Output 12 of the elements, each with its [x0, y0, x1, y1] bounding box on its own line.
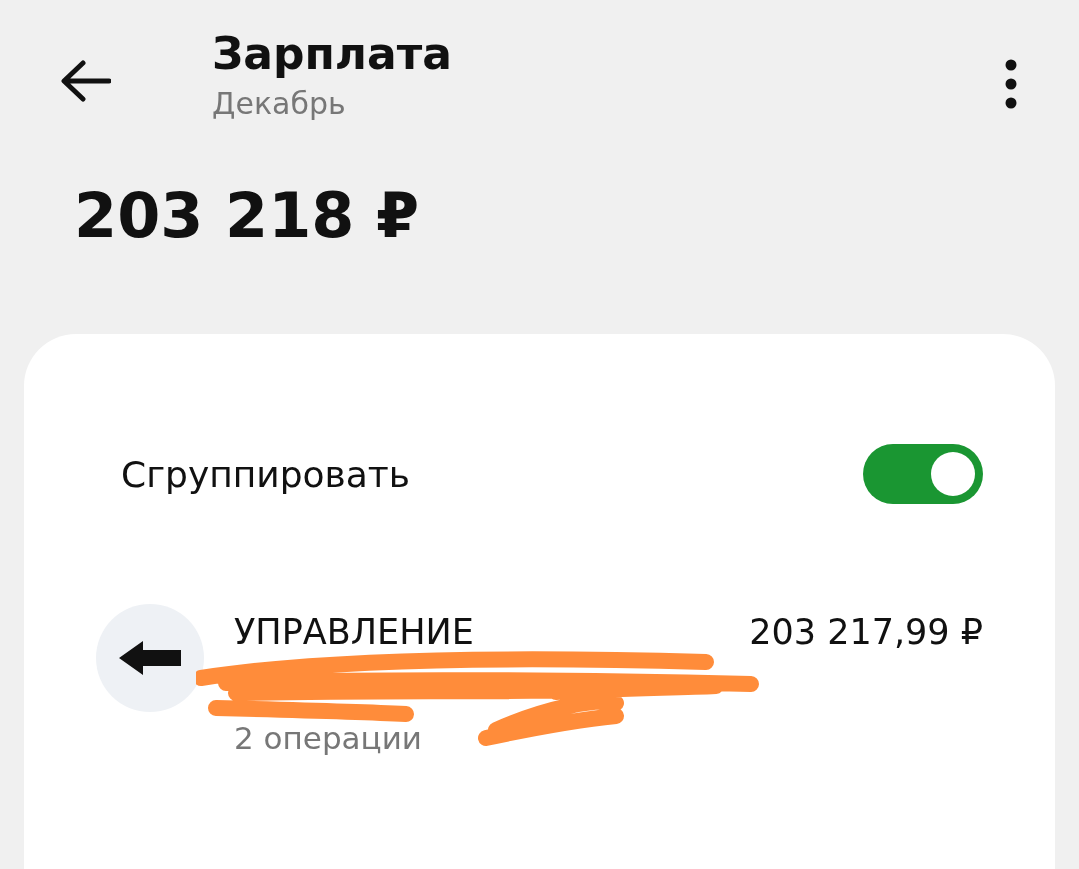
- operation-title: УПРАВЛЕНИЕ: [234, 612, 474, 652]
- operation-count: 2 операции: [234, 720, 423, 756]
- group-switch[interactable]: [863, 444, 983, 504]
- screen-title: Зарплата: [212, 27, 453, 81]
- more-icon: [1004, 59, 1018, 109]
- more-menu-button[interactable]: [1003, 58, 1019, 110]
- back-arrow-icon: [59, 59, 111, 103]
- back-button[interactable]: [58, 58, 112, 104]
- operation-amount: 203 217,99 ₽: [749, 612, 983, 652]
- group-label: Сгруппировать: [121, 453, 411, 495]
- total-amount: 203 218 ₽: [73, 178, 421, 254]
- screen-subtitle: Декабрь: [212, 85, 347, 123]
